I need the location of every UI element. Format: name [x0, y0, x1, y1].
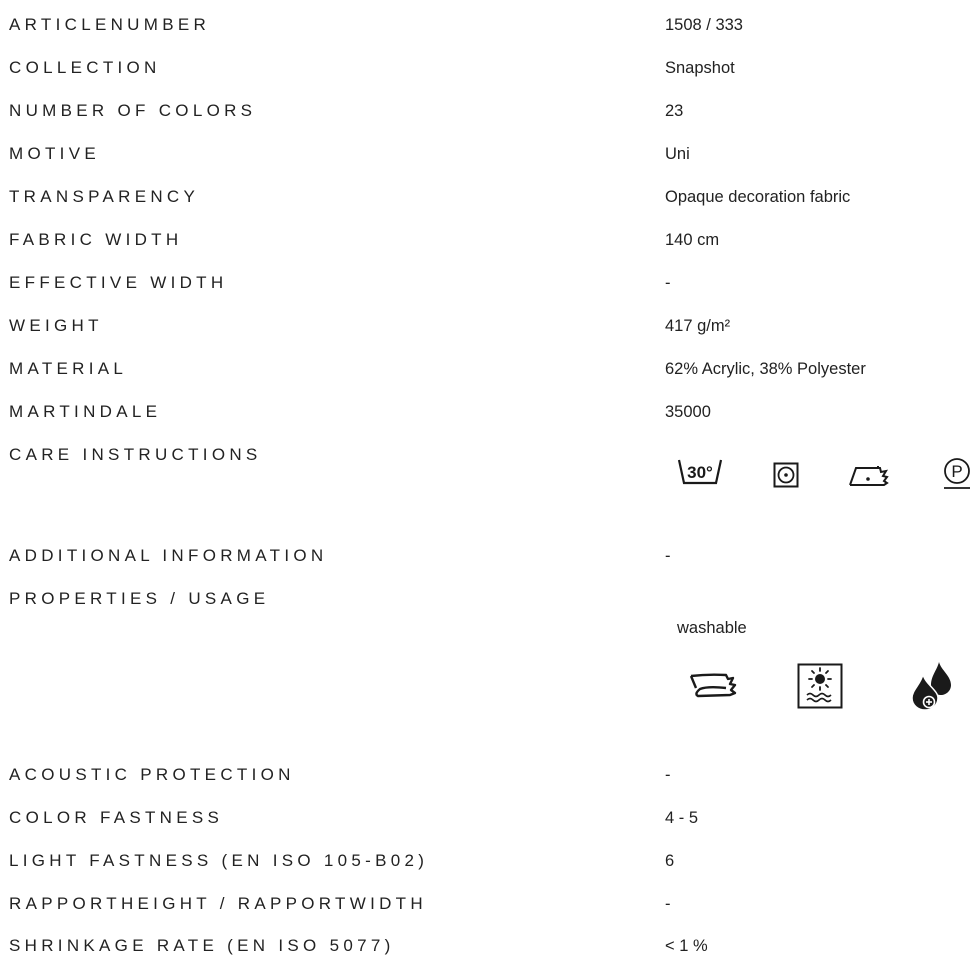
spec-label: SHRINKAGE RATE (EN ISO 5077): [9, 936, 395, 955]
spec-label: FABRIC WIDTH: [9, 230, 183, 249]
spec-value: -: [665, 547, 671, 565]
spec-value: 1508 / 333: [665, 16, 743, 34]
spec-value: 35000: [665, 403, 711, 421]
spec-label: NUMBER OF COLORS: [9, 101, 257, 120]
spec-label: TRANSPARENCY: [9, 187, 200, 206]
sun-resistant-icon: [797, 663, 843, 709]
spec-value: 4 - 5: [665, 809, 699, 827]
dry-clean-p-icon: P: [944, 458, 970, 489]
easy-care-fabric-icon: [689, 673, 737, 698]
spec-value: 62% Acrylic, 38% Polyester: [665, 360, 866, 378]
spec-label: ACOUSTIC PROTECTION: [9, 765, 295, 784]
spec-value: -: [665, 895, 671, 913]
spec-label: PROPERTIES / USAGE: [9, 589, 270, 608]
spec-label: COLOR FASTNESS: [9, 808, 224, 827]
spec-value: 417 g/m²: [665, 317, 731, 335]
spec-label: MATERIAL: [9, 359, 128, 378]
spec-value: -: [665, 766, 671, 784]
wash-temp-text: 30°: [687, 463, 713, 482]
property-washable: washable: [677, 619, 747, 637]
spec-value: 140 cm: [665, 231, 720, 249]
dry-clean-letter: P: [951, 462, 962, 481]
spec-label: CARE INSTRUCTIONS: [9, 445, 262, 464]
spec-label: WEIGHT: [9, 316, 103, 335]
spec-value: < 1 %: [665, 937, 708, 955]
wash-30-icon: 30°: [677, 459, 723, 485]
spec-value: -: [665, 274, 671, 292]
tumble-dry-icon: [773, 462, 799, 488]
spec-value: Snapshot: [665, 59, 735, 77]
spec-label: ARTICLENUMBER: [9, 15, 211, 34]
spec-label: LIGHT FASTNESS (EN ISO 105-B02): [9, 851, 429, 870]
spec-value: 23: [665, 102, 684, 120]
spec-label: MARTINDALE: [9, 402, 162, 421]
spec-label: MOTIVE: [9, 144, 100, 163]
water-repellent-icon: [911, 662, 951, 711]
spec-value: Opaque decoration fabric: [665, 188, 851, 206]
spec-value: Uni: [665, 145, 690, 163]
spec-label: ADDITIONAL INFORMATION: [9, 546, 328, 565]
spec-label: RAPPORTHEIGHT / RAPPORTWIDTH: [9, 894, 427, 913]
spec-label: EFFECTIVE WIDTH: [9, 273, 228, 292]
spec-label: COLLECTION: [9, 58, 161, 77]
iron-low-icon: [849, 466, 889, 486]
spec-value: 6: [665, 852, 675, 870]
